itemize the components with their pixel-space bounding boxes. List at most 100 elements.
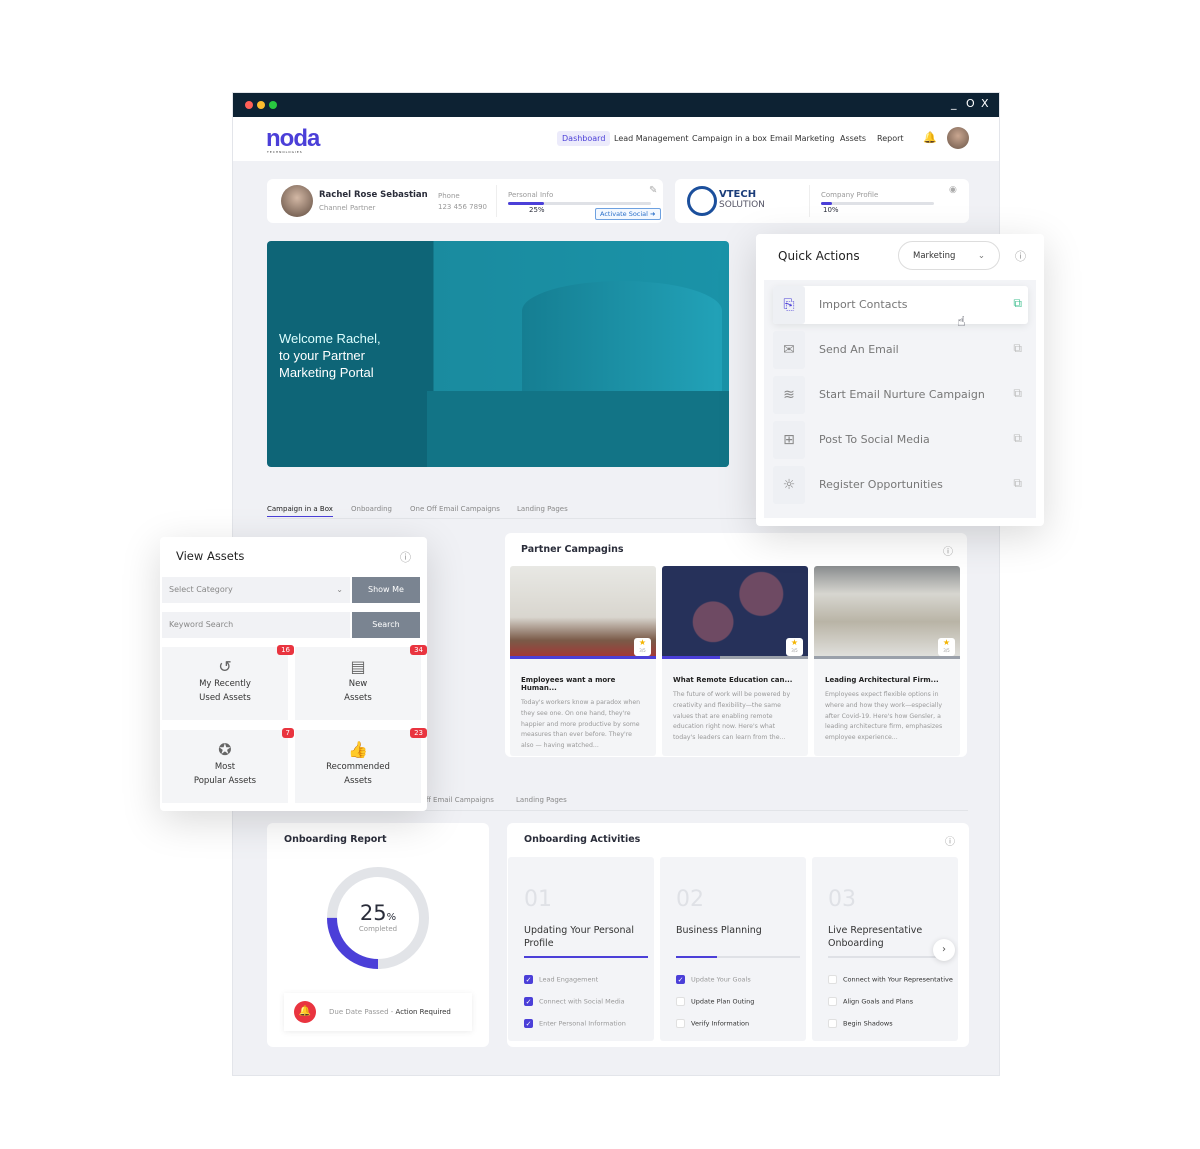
badge-check-icon: ✪: [218, 740, 232, 759]
checkbox-icon: [676, 1019, 685, 1028]
campaign-card[interactable]: ★ 3/5 What Remote Education can... The fu…: [662, 566, 808, 756]
tab-campaign-in-a-box[interactable]: Campaign in a Box: [267, 505, 333, 517]
quick-action-item[interactable]: ≋ Start Email Nurture Campaign ⧉: [773, 376, 1028, 414]
info-icon[interactable]: ⓘ: [400, 549, 411, 565]
view-assets-title: View Assets: [176, 549, 245, 563]
view-assets-panel: View Assets ⓘ Select Category ⌄ Show Me K…: [160, 537, 427, 811]
eye-icon[interactable]: ◉: [949, 185, 957, 195]
task-checkbox[interactable]: Connect with Your Representative: [828, 975, 953, 984]
external-link-icon[interactable]: ⧉: [1013, 341, 1022, 356]
quick-action-item[interactable]: ⎘ Import Contacts ⧉: [773, 286, 1028, 324]
layers-icon: ≋: [773, 376, 805, 414]
task-label: Connect with Your Representative: [843, 975, 953, 984]
campaign-title: Leading Architectural Firm...: [825, 676, 939, 684]
quick-action-label: Post To Social Media: [819, 433, 930, 446]
external-link-icon[interactable]: ⧉: [1013, 296, 1022, 311]
close-button[interactable]: X: [981, 97, 989, 110]
avatar[interactable]: [947, 127, 969, 149]
nav-assets[interactable]: Assets: [835, 131, 871, 146]
asset-tile[interactable]: 👍 Recommended Assets 23: [295, 728, 427, 803]
external-link-icon[interactable]: ⧉: [1013, 476, 1022, 491]
dropdown-value: Marketing: [913, 251, 956, 261]
campaign-card[interactable]: ★ 3/5 Employees want a more Human... Toda…: [510, 566, 656, 756]
quick-action-item[interactable]: ☼ Register Opportunities ⧉: [773, 466, 1028, 504]
task-checkbox[interactable]: ✓ Lead Engagement: [524, 975, 598, 984]
maximize-button[interactable]: O: [966, 97, 975, 110]
nav-lead-management[interactable]: Lead Management: [609, 131, 693, 146]
task-label: Verify Information: [691, 1019, 750, 1028]
task-checkbox[interactable]: Update Plan Outing: [676, 997, 754, 1006]
thumbs-up-icon: 👍: [348, 740, 368, 759]
activate-social-button[interactable]: Activate Social ➜: [595, 208, 661, 220]
personal-info-progress: [508, 202, 651, 205]
star-icon: ★: [942, 638, 951, 647]
quick-action-item[interactable]: ⊞ Post To Social Media ⧉: [773, 421, 1028, 459]
category-select[interactable]: Select Category ⌄: [162, 577, 350, 603]
task-checkbox[interactable]: ✓ Connect with Social Media: [524, 997, 625, 1006]
task-checkbox[interactable]: Verify Information: [676, 1019, 749, 1028]
task-label: Update Your Goals: [691, 975, 751, 984]
task-checkbox[interactable]: ✓ Update Your Goals: [676, 975, 751, 984]
campaign-description: Employees expect flexible options in whe…: [825, 691, 943, 742]
onboarding-step: 02 Business Planning ✓ Update Your Goals U…: [660, 857, 806, 1041]
external-link-icon[interactable]: ⧉: [1013, 386, 1022, 401]
count-badge: 23: [410, 728, 427, 738]
info-icon[interactable]: ⓘ: [943, 543, 953, 558]
due-date-alert[interactable]: 🔔 Due Date Passed - Action Required: [284, 993, 472, 1031]
asset-tile[interactable]: ↺ My Recently Used Assets 16: [162, 645, 294, 720]
tab-landing-pages[interactable]: Landing Pages: [517, 505, 568, 513]
task-checkbox[interactable]: ✓ Enter Personal Information: [524, 1019, 626, 1028]
checkbox-icon: ✓: [676, 975, 685, 984]
task-checkbox[interactable]: Align Goals and Plans: [828, 997, 913, 1006]
external-link-icon[interactable]: ⧉: [1013, 431, 1022, 446]
company-profile-label: Company Profile: [821, 191, 879, 199]
nav-dashboard[interactable]: Dashboard: [557, 131, 611, 146]
keyword-search-input[interactable]: Keyword Search: [162, 612, 350, 638]
campaign-image: ★ 3/5: [510, 566, 656, 659]
campaign-title: Employees want a more Human...: [521, 676, 616, 692]
info-icon[interactable]: ⓘ: [1015, 248, 1026, 264]
hero-line-3: Marketing Portal: [279, 365, 374, 380]
logo[interactable]: noda: [266, 125, 320, 153]
onboarding-activities-card: Onboarding Activities ⓘ 01 Updating Your…: [507, 823, 969, 1047]
post-icon: ⊞: [773, 421, 805, 459]
task-checkbox[interactable]: Begin Shadows: [828, 1019, 893, 1028]
tabs-divider: [423, 810, 968, 811]
maximize-dot[interactable]: [269, 101, 277, 109]
tab-onboarding[interactable]: Onboarding: [351, 505, 392, 513]
bell-icon[interactable]: 🔔: [923, 131, 937, 144]
tile-label-1: My Recently: [199, 679, 251, 689]
tab-landing-pages[interactable]: Landing Pages: [516, 796, 567, 804]
step-progress: [676, 956, 800, 958]
checkbox-icon: [676, 997, 685, 1006]
campaign-progress: [510, 656, 656, 659]
quick-action-label: Send An Email: [819, 343, 899, 356]
nav-report[interactable]: Report: [872, 131, 909, 146]
campaign-card[interactable]: ★ 3/5 Leading Architectural Firm... Emplo…: [814, 566, 960, 756]
count-badge: 7: [281, 728, 294, 738]
quick-action-item[interactable]: ✉ Send An Email ⧉: [773, 331, 1028, 369]
show-me-button[interactable]: Show Me: [352, 577, 420, 603]
quick-actions-dropdown[interactable]: Marketing ⌄: [898, 241, 1000, 270]
next-arrow-button[interactable]: ›: [933, 939, 955, 961]
alert-text-strong: Action Required: [395, 1008, 451, 1016]
tile-label-1: Recommended: [326, 762, 390, 772]
tab-one-off-email[interactable]: ff Email Campaigns: [426, 796, 494, 804]
edit-icon[interactable]: ✎: [649, 185, 657, 196]
task-label: Connect with Social Media: [539, 997, 625, 1006]
minimize-dot[interactable]: [257, 101, 265, 109]
tab-one-off-email[interactable]: One Off Email Campaigns: [410, 505, 500, 513]
task-label: Lead Engagement: [539, 975, 599, 984]
asset-tile[interactable]: ✪ Most Popular Assets 7: [162, 728, 294, 803]
nav-email-marketing[interactable]: Email Marketing: [765, 131, 840, 146]
close-dot[interactable]: [245, 101, 253, 109]
checkbox-icon: [828, 1019, 837, 1028]
cursor-hand-icon: ☝: [957, 314, 966, 330]
company-logo: [687, 186, 717, 216]
info-icon[interactable]: ⓘ: [945, 833, 955, 848]
rating-badge: ★ 3/5: [634, 638, 651, 656]
nav-campaign-in-a-box[interactable]: Campaign in a box: [687, 131, 772, 146]
asset-tile[interactable]: ▤ New Assets 34: [295, 645, 427, 720]
minimize-button[interactable]: _: [951, 97, 957, 110]
search-button[interactable]: Search: [352, 612, 420, 638]
